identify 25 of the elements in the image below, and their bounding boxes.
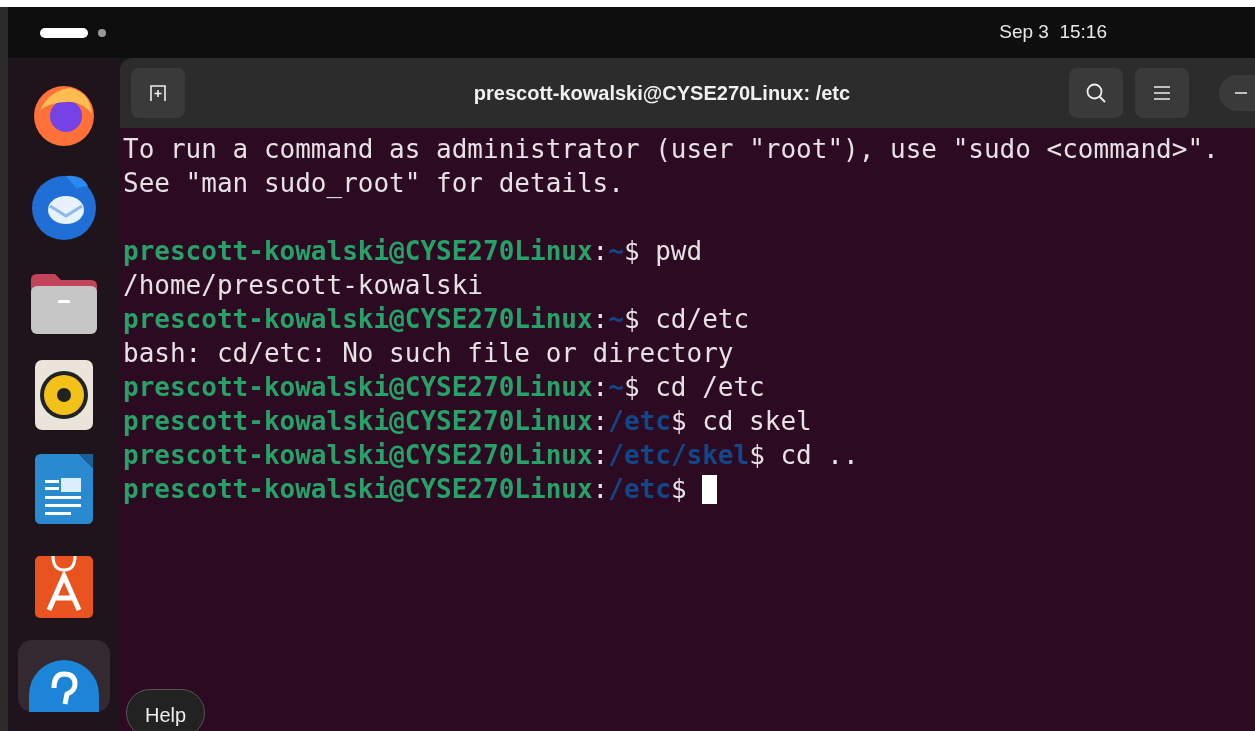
terminal-prompt-line: prescott-kowalski@CYSE270Linux:~$ pwd (123, 235, 703, 268)
folder-icon (29, 272, 99, 336)
terminal-output-line: /home/prescott-kowalski (123, 269, 485, 302)
terminal-output-line: bash: cd/etc: No such file or directory (123, 337, 735, 370)
terminal-prompt-line: prescott-kowalski@CYSE270Linux:/etc$ cd skel (123, 405, 812, 438)
menu-icon (1154, 86, 1170, 100)
clock[interactable]: Sep 3 15:16 (999, 18, 1107, 47)
new-tab-icon (149, 84, 167, 102)
search-icon (1085, 82, 1107, 104)
question-mark-icon (29, 660, 99, 712)
search-button[interactable] (1069, 68, 1123, 118)
terminal-output-line: See "man sudo_root" for details. (123, 167, 625, 200)
minimize-icon (1235, 92, 1247, 94)
menu-button[interactable] (1135, 68, 1189, 118)
document-icon (35, 454, 93, 524)
new-tab-button[interactable] (131, 68, 185, 118)
terminal-prompt-line: prescott-kowalski@CYSE270Linux:/etc/skel$ cd .. (123, 439, 859, 472)
terminal-prompt-line: prescott-kowalski@CYSE270Linux:~$ cd/etc (123, 303, 750, 336)
window-title: prescott-kowalski@CYSE270Linux: /etc (473, 81, 851, 106)
workspace-indicator-icon (40, 27, 108, 38)
terminal-prompt-line: prescott-kowalski@CYSE270Linux:/etc$ (123, 473, 687, 506)
terminal-output-line: To run a command as administrator (user "root"), use "sudo <command>". (123, 133, 1220, 166)
terminal-prompt-line: prescott-kowalski@CYSE270Linux:~$ cd /etc (123, 371, 765, 404)
dock-app-button[interactable] (18, 640, 110, 712)
speaker-icon (35, 360, 93, 430)
